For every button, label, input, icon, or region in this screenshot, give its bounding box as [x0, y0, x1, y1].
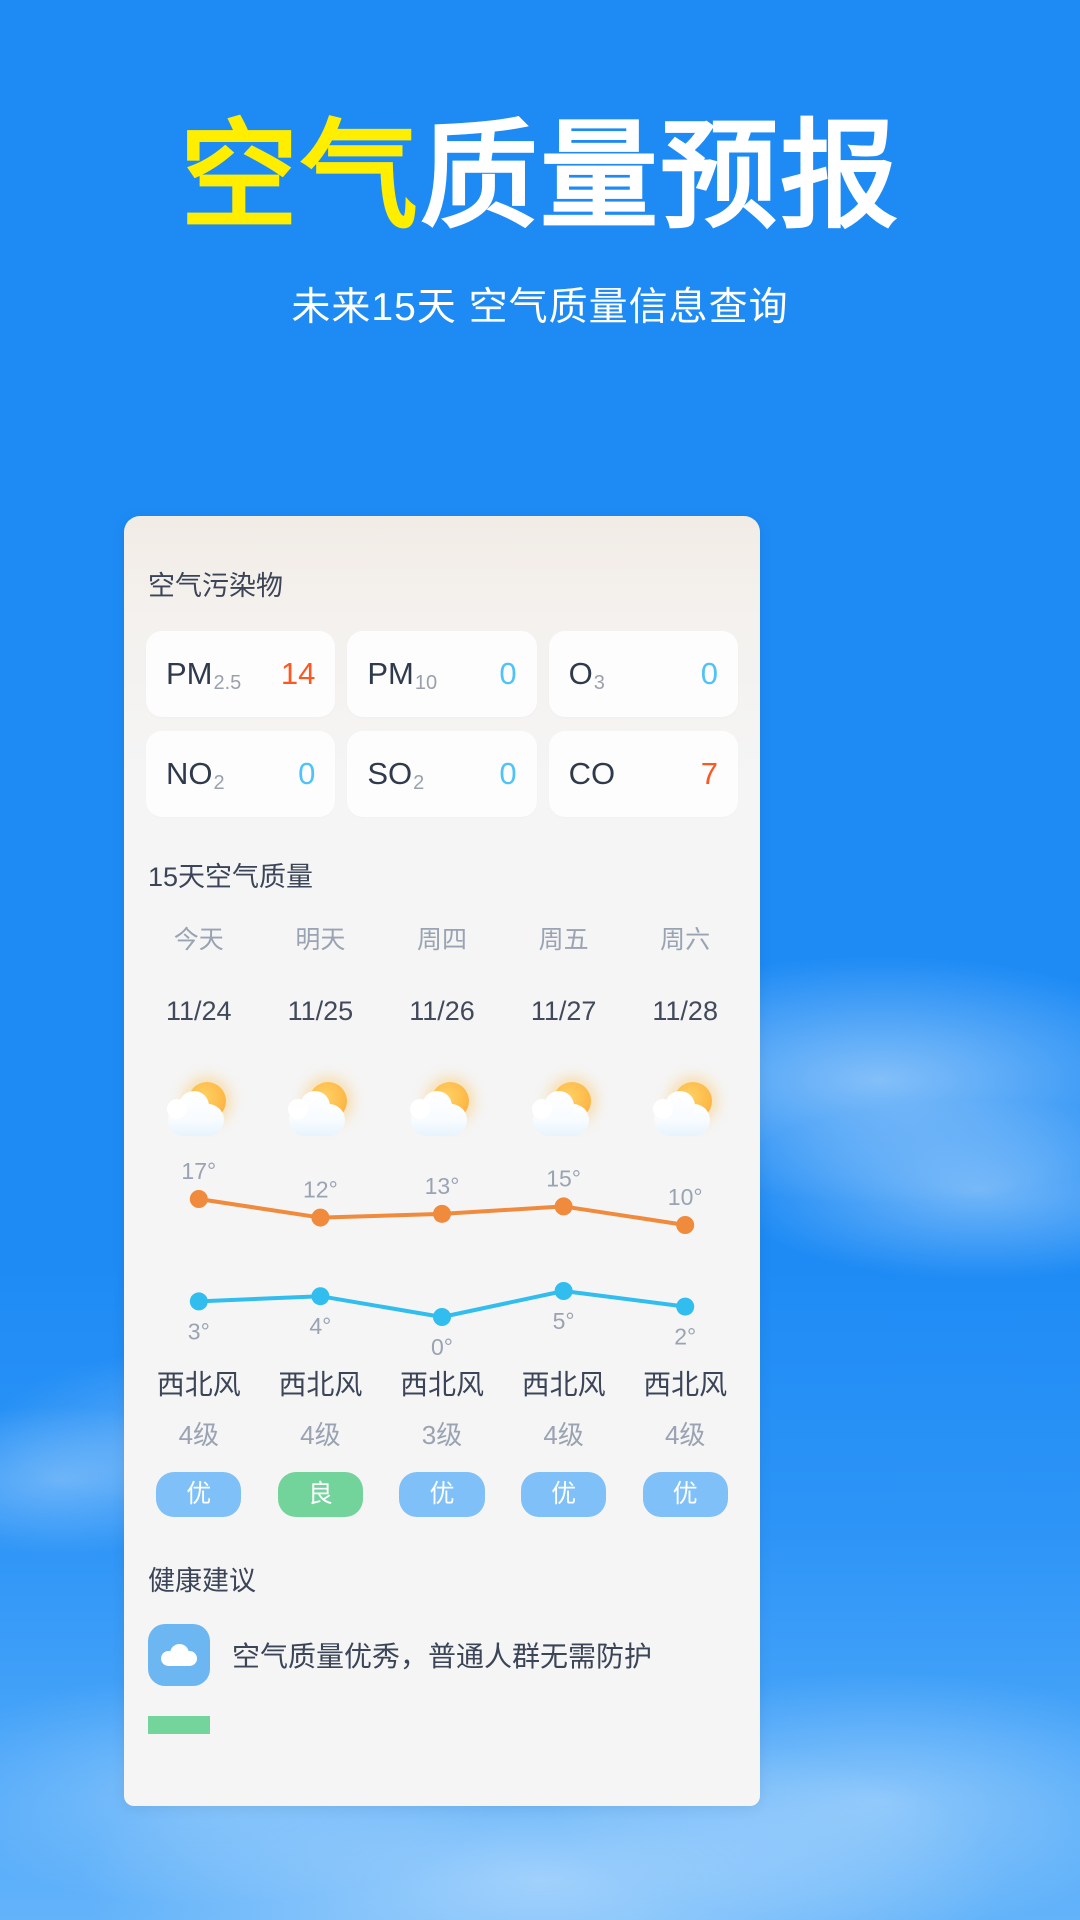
forecast-date-label: 11/25: [287, 996, 354, 1026]
pollutant-cell[interactable]: SO2 0: [347, 731, 537, 817]
aqi-status-badge[interactable]: 优: [399, 1472, 485, 1517]
page-title-highlight: 空气: [179, 111, 420, 243]
high-temp-label: 10°: [668, 1184, 703, 1210]
leaf-icon: [148, 1715, 210, 1734]
page-title: 空气质量预报: [0, 118, 1080, 236]
wind-direction: 西北风: [156, 1369, 241, 1400]
partly-cloudy-icon: [381, 1075, 503, 1145]
low-temp-label: 5°: [553, 1308, 575, 1334]
high-temp-label: 12°: [303, 1177, 338, 1203]
low-temp-label: 4°: [309, 1313, 331, 1339]
low-temp-point: [189, 1292, 208, 1311]
high-temp-point: [676, 1216, 695, 1234]
forecast-date-label: 11/24: [166, 996, 232, 1026]
high-temp-label: 17°: [181, 1158, 216, 1184]
forecast-day-label: 明天: [295, 926, 346, 954]
pollutant-cell[interactable]: O3 0: [548, 631, 738, 717]
temperature-chart: 17° 12° 13° 15° 10° 3° 4° 0° 5° 2°: [138, 1151, 746, 1357]
pollutants-title: 空气污染物: [148, 571, 283, 601]
forecast-day-label: 今天: [173, 926, 224, 954]
pollutant-name: NO2: [166, 756, 225, 794]
aqi-status-badge[interactable]: 优: [156, 1472, 242, 1517]
low-temp-point: [554, 1282, 573, 1300]
low-temp-point: [311, 1287, 330, 1306]
pollutants-section-header: 空气污染物: [124, 516, 760, 603]
partly-cloudy-icon: [624, 1075, 746, 1145]
high-temp-label: 13°: [425, 1173, 460, 1199]
pollutant-value: 0: [700, 656, 718, 691]
cloud-icon: [148, 1623, 210, 1686]
wind-direction: 西北风: [399, 1369, 484, 1400]
pollutant-value: 14: [280, 656, 316, 691]
aqi-status-badge[interactable]: 优: [642, 1472, 728, 1517]
health-advice-item-clipped: [148, 1715, 736, 1734]
forecast-day-label: 周六: [660, 926, 711, 954]
forecast-day-row: 今天 明天 周四 周五 周六: [138, 920, 746, 970]
low-temp-point: [676, 1297, 695, 1316]
forecast-date-label: 11/28: [652, 996, 718, 1026]
health-section-header: 健康建议: [124, 1517, 760, 1598]
aqi-status-badge[interactable]: 优: [521, 1472, 607, 1517]
wind-level: 4级: [178, 1420, 220, 1450]
high-temp-point: [311, 1208, 330, 1227]
pollutant-cell[interactable]: CO 7: [548, 731, 738, 817]
pollutant-name: SO2: [367, 756, 425, 794]
forecast-date-label: 11/27: [530, 996, 597, 1026]
health-title: 健康建议: [148, 1565, 256, 1596]
air-quality-card: 空气污染物 PM2.5 14 PM10 0 O3 0 NO2 0 SO2 0 CO 7 15天空气质量…: [124, 516, 760, 1806]
temperature-chart-svg: 17° 12° 13° 15° 10° 3° 4° 0° 5° 2°: [181, 1158, 703, 1357]
forecast-day-label: 周四: [416, 926, 467, 954]
pollutant-value: 0: [499, 756, 517, 791]
high-temp-point: [433, 1204, 451, 1223]
wind-direction: 西北风: [643, 1369, 728, 1400]
pollutant-value: 0: [499, 656, 517, 691]
pollutant-cell[interactable]: PM10 0: [347, 631, 537, 717]
wind-level: 4级: [300, 1420, 341, 1450]
low-temp-point: [433, 1308, 451, 1326]
page-title-rest: 质量预报: [420, 111, 901, 243]
pollutant-name: PM10: [367, 656, 438, 694]
low-temp-label: 3°: [188, 1318, 210, 1344]
wind-level: 4级: [543, 1420, 584, 1450]
pollutant-grid: PM2.5 14 PM10 0 O3 0 NO2 0 SO2 0 CO 7: [146, 631, 738, 817]
pollutant-value: 0: [298, 756, 316, 791]
forecast-date-row: 11/24 11/25 11/26 11/27 11/28: [138, 996, 746, 1027]
wind-cell: 西北风 4级优: [138, 1363, 260, 1517]
forecast-title: 15天空气质量: [148, 862, 314, 892]
page-subtitle: 未来15天 空气质量信息查询: [291, 286, 789, 329]
page-header: 空气质量预报 未来15天 空气质量信息查询: [0, 0, 1080, 332]
high-temp-point: [554, 1197, 573, 1216]
forecast-date-label: 11/26: [409, 996, 475, 1026]
wind-cell: 西北风 4级优: [624, 1363, 746, 1517]
forecast-day-label: 周五: [538, 926, 589, 954]
wind-row: 西北风 4级优 西北风 4级良 西北风 3级优 西北风 4级优 西北风 4级优: [138, 1363, 746, 1517]
wind-direction: 西北风: [278, 1369, 363, 1400]
wind-cell: 西北风 4级优: [503, 1363, 625, 1517]
high-temp-point: [189, 1190, 208, 1208]
wind-cell: 西北风 4级良: [260, 1363, 382, 1517]
health-advice-text: 空气质量优秀，普通人群无需防护: [232, 1640, 653, 1672]
partly-cloudy-icon: [260, 1075, 382, 1145]
pollutant-cell[interactable]: NO2 0: [146, 731, 336, 817]
forecast-icon-row: [138, 1053, 746, 1145]
pollutant-cell[interactable]: PM2.5 14: [146, 631, 336, 717]
wind-level: 3级: [421, 1420, 463, 1450]
aqi-status-badge[interactable]: 良: [277, 1472, 363, 1517]
high-temp-label: 15°: [546, 1165, 581, 1191]
partly-cloudy-icon: [138, 1075, 260, 1145]
health-advice-item: 空气质量优秀，普通人群无需防护: [148, 1623, 736, 1686]
pollutant-name: PM2.5: [166, 656, 242, 694]
low-temp-label: 0°: [431, 1334, 453, 1357]
partly-cloudy-icon: [503, 1075, 625, 1145]
pollutant-name: CO: [568, 756, 616, 791]
wind-level: 4级: [664, 1420, 706, 1450]
pollutant-value: 7: [700, 756, 718, 791]
wind-cell: 西北风 3级优: [381, 1363, 503, 1517]
forecast-section-header: 15天空气质量: [124, 817, 760, 894]
wind-direction: 西北风: [521, 1369, 606, 1400]
pollutant-name: O3: [568, 656, 605, 694]
low-temp-label: 2°: [674, 1324, 696, 1350]
